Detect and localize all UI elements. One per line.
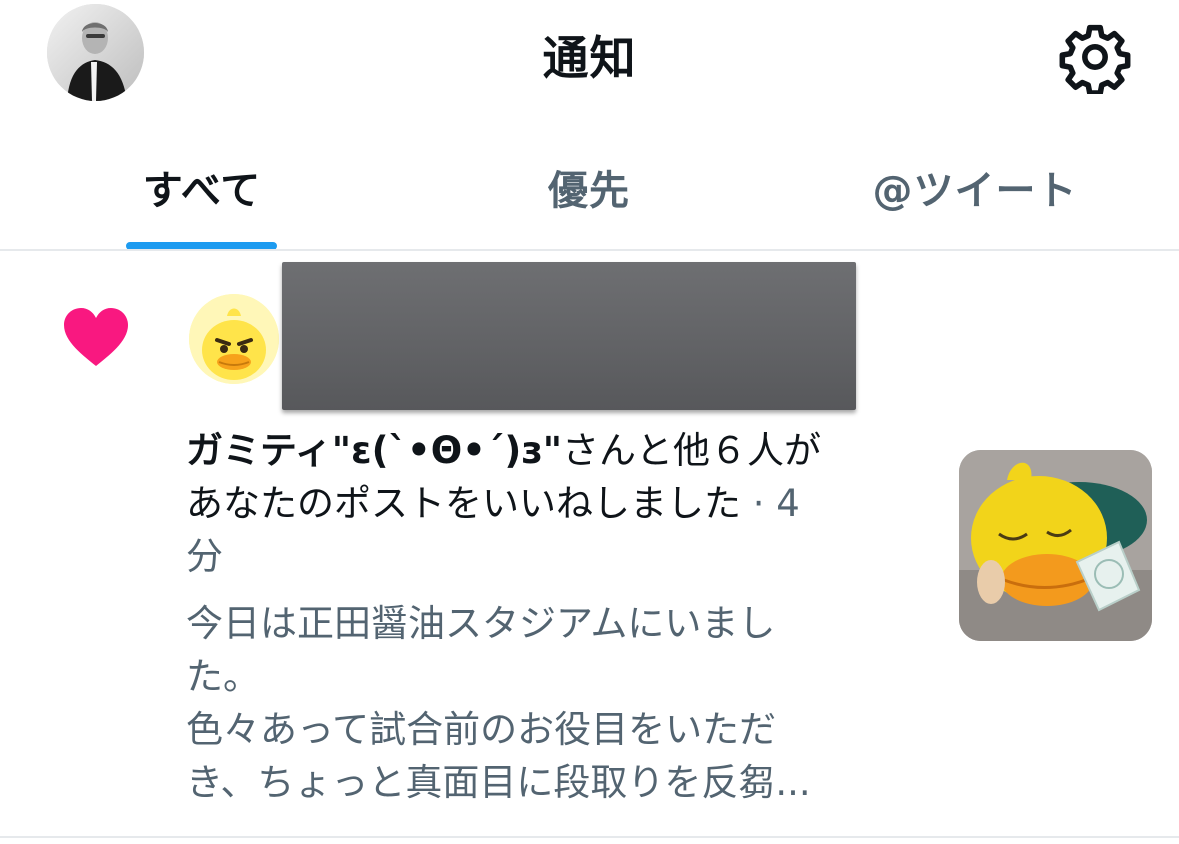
heart-icon [62,306,130,368]
notification-tabs: すべて 優先 @ツイート [0,120,1179,250]
action-text-line2: あなたのポストをいいねしました [186,482,741,525]
tab-priority[interactable]: 優先 [489,158,689,216]
tab-mentions[interactable]: @ツイート [860,158,1090,216]
timestamp-unit: 分 [186,535,223,578]
tab-all[interactable]: すべて [126,158,278,216]
divider [0,836,1179,838]
page-title: 通知 [542,31,637,85]
notification-text: ガミティ"ε(`•Θ•´)з"さんと他６人が あなたのポストをいいねしました ·… [186,424,906,583]
top-bar: 通知 [0,0,1179,110]
snippet-line: 色々あって試合前のお役目をいただ [186,708,777,751]
action-text: さんと他６人が [562,429,821,472]
duck-avatar-icon [189,294,279,384]
time-separator: · [741,482,777,525]
redacted-avatars [282,262,856,410]
gear-icon [1059,24,1131,94]
settings-button[interactable] [1058,20,1132,94]
snippet-line: た。 [186,655,260,698]
plush-duck-photo-icon [959,450,1152,641]
snippet-line: き、ちょっと真面目に段取りを反芻... [186,761,811,804]
divider [0,249,1179,251]
timestamp-number: 4 [776,482,800,525]
liker-avatar[interactable] [189,294,279,384]
post-snippet: 今日は正田醤油スタジアムにいまし た。 色々あって試合前のお役目をいただ き、ち… [186,597,906,809]
snippet-line: 今日は正田醤油スタジアムにいまし [186,602,776,645]
actor-name[interactable]: ガミティ"ε(`•Θ•´)з" [186,429,562,472]
post-thumbnail[interactable] [959,450,1152,641]
